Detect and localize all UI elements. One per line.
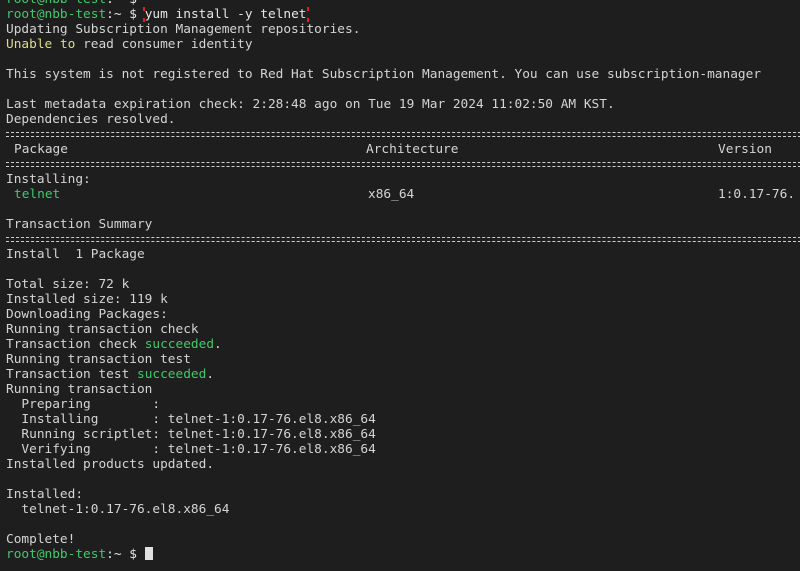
period: . [206, 367, 215, 382]
succeeded-word: succeeded [136, 367, 207, 382]
output-check-succeeded: Transaction check succeeded. [6, 337, 800, 352]
output-installing-step: Installing : telnet-1:0.17-76.el8.x86_64 [6, 412, 376, 427]
output-installed-size: Installed size: 119 k [6, 292, 168, 307]
table-header-row: Package Architecture Version [6, 142, 800, 157]
prompt-user-host: root@nbb-test [6, 0, 106, 7]
output-complete: Complete! [6, 532, 76, 547]
output-preparing: Preparing : [6, 397, 161, 412]
previous-prompt-line: root@nbb-test:~ $ [6, 0, 800, 7]
output-products-updated: Installed products updated. [6, 457, 215, 472]
table-separator [6, 127, 800, 142]
terminal-window[interactable]: root@nbb-test:~ $ root@nbb-test:~ $ yum … [6, 0, 800, 562]
output-unable: Unable to read consumer identity [6, 37, 800, 52]
output-scriptlet-step: Running scriptlet: telnet-1:0.17-76.el8.… [6, 427, 376, 442]
output-verifying-step: Verifying : telnet-1:0.17-76.el8.x86_64 [6, 442, 376, 457]
output-downloading: Downloading Packages: [6, 307, 168, 322]
prompt-symbol: $ [129, 547, 145, 562]
warning-rest: read consumer identity [75, 37, 253, 52]
warning-word-to: to [52, 37, 76, 52]
check-prefix: Transaction check [6, 337, 145, 352]
test-prefix: Transaction test [6, 367, 137, 382]
prompt-symbol: $ [129, 7, 145, 22]
output-not-registered: This system is not registered to Red Hat… [6, 67, 762, 82]
table-separator [6, 157, 800, 172]
warning-word-unable: Unable [6, 37, 53, 52]
output-dependencies: Dependencies resolved. [6, 112, 176, 127]
output-running-transaction: Running transaction [6, 382, 153, 397]
output-installed-package: telnet-1:0.17-76.el8.x86_64 [6, 502, 230, 517]
prompt-user-host: root@nbb-test [6, 547, 107, 562]
output-running-check: Running transaction check [6, 322, 199, 337]
output-installing-header: Installing: [6, 172, 91, 187]
text-cursor[interactable] [144, 547, 153, 560]
output-transaction-summary: Transaction Summary [6, 217, 153, 232]
row-architecture: x86_64 [368, 187, 415, 202]
command-line: root@nbb-test:~ $ yum install -y telnet [6, 7, 800, 22]
row-version: 1:0.17-76. [718, 187, 796, 202]
highlighted-command: yum install -y telnet [142, 7, 309, 22]
prompt-symbol: $ [129, 0, 144, 7]
table-row: telnet x86_64 1:0.17-76. [6, 187, 800, 202]
output-metadata: Last metadata expiration check: 2:28:48 … [6, 97, 615, 112]
output-running-test: Running transaction test [6, 352, 191, 367]
output-total-size: Total size: 72 k [6, 277, 130, 292]
current-prompt-line[interactable]: root@nbb-test:~ $ [6, 547, 800, 562]
prompt-path: :~ [106, 547, 130, 562]
table-separator [6, 232, 800, 247]
output-install-count: Install 1 Package [6, 247, 145, 262]
prompt-user-host: root@nbb-test [6, 7, 107, 22]
prompt-path: :~ [106, 7, 130, 22]
header-version: Version [718, 142, 772, 157]
succeeded-word: succeeded [144, 337, 215, 352]
period: . [214, 337, 222, 352]
header-architecture: Architecture [366, 142, 459, 157]
header-package: Package [14, 142, 68, 157]
output-test-succeeded: Transaction test succeeded. [6, 367, 800, 382]
row-package: telnet [14, 187, 61, 202]
output-updating: Updating Subscription Management reposit… [6, 22, 361, 37]
prompt-path: :~ [106, 0, 129, 7]
output-installed-header: Installed: [6, 487, 84, 502]
